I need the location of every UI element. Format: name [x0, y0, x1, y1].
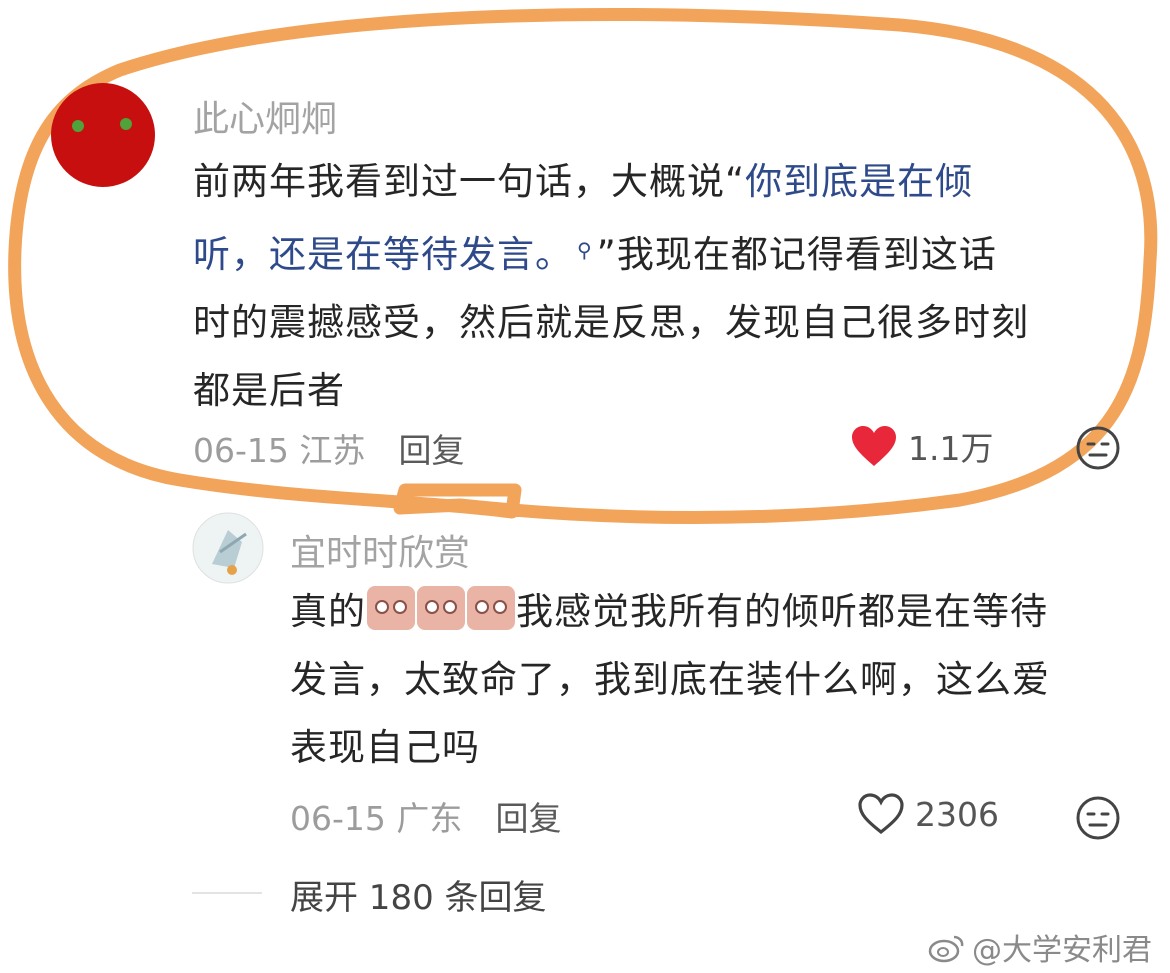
watermark: @大学安利君 [928, 925, 1152, 969]
reply-comment: 宜时时欣赏 真的 我感觉我所有的倾听都是在等待 发言，太致命了，我到底在装什么啊，… [0, 500, 1170, 860]
comment-text-line3: 时的震撼感受，然后就是反思，发现自己很多时刻 [193, 301, 1029, 344]
heart-filled-icon[interactable] [850, 424, 898, 468]
reply-text-line2: 发言，太致命了，我到底在装什么啊，这么爱 [290, 658, 1050, 701]
search-icon[interactable]: ⚲ [577, 238, 593, 262]
comment-text-after: ”我现在都记得看到这话 [596, 233, 997, 276]
heart-outline-icon[interactable] [857, 792, 905, 836]
reply-date-location: 06-15 广东 [290, 799, 463, 838]
reply-text-line3: 表现自己吗 [290, 726, 480, 769]
crying-pig-emoji-icon [367, 586, 415, 630]
comment-date-location: 06-15 江苏 [193, 431, 366, 470]
comment: 此心炯炯 前两年我看到过一句话，大概说“你到底是在倾 听，还是在等待发言。 ⚲ ”我… [0, 0, 1170, 480]
reply-meta: 06-15 广东 回复 [290, 792, 561, 840]
reply-text-prefix: 真的 [290, 590, 366, 633]
comment-reply-button[interactable]: 回复 [398, 431, 464, 470]
face-emoji-icon[interactable] [1074, 424, 1122, 472]
crying-pig-emoji-icon [417, 586, 465, 630]
quote-link-cont[interactable]: 听，还是在等待发言。 [193, 233, 573, 276]
comment-text-line4: 都是后者 [193, 369, 345, 412]
comment-meta: 06-15 江苏 回复 [193, 424, 464, 472]
reply-text: 真的 我感觉我所有的倾听都是在等待 发言，太致命了，我到底在装什么啊，这么爱 表现… [290, 578, 1140, 782]
reply-reply-button[interactable]: 回复 [495, 799, 561, 838]
face-emoji-icon[interactable] [1074, 794, 1122, 842]
comment-text: 前两年我看到过一句话，大概说“你到底是在倾 听，还是在等待发言。 ⚲ ”我现在都记得… [193, 148, 1143, 425]
reply-like-count: 2306 [915, 794, 999, 834]
comment-username[interactable]: 此心炯炯 [193, 90, 337, 142]
reply-text-line1: 我感觉我所有的倾听都是在等待 [516, 590, 1048, 633]
watermark-text: @大学安利君 [972, 933, 1152, 968]
reply-like[interactable]: 2306 [857, 792, 999, 836]
crying-pig-emoji-icon [467, 586, 515, 630]
avatar[interactable] [48, 80, 158, 190]
avatar[interactable] [192, 512, 264, 584]
comment-text-before: 前两年我看到过一句话，大概说“ [193, 160, 746, 203]
reply-username[interactable]: 宜时时欣赏 [290, 524, 470, 576]
comment-like[interactable]: 1.1万 [850, 422, 993, 470]
comment-like-count: 1.1万 [908, 429, 994, 468]
expand-replies-button[interactable]: 展开 180 条回复 [290, 870, 547, 919]
quote-link[interactable]: 你到底是在倾 [745, 160, 973, 203]
divider [192, 892, 262, 894]
weibo-logo-icon [928, 935, 964, 963]
